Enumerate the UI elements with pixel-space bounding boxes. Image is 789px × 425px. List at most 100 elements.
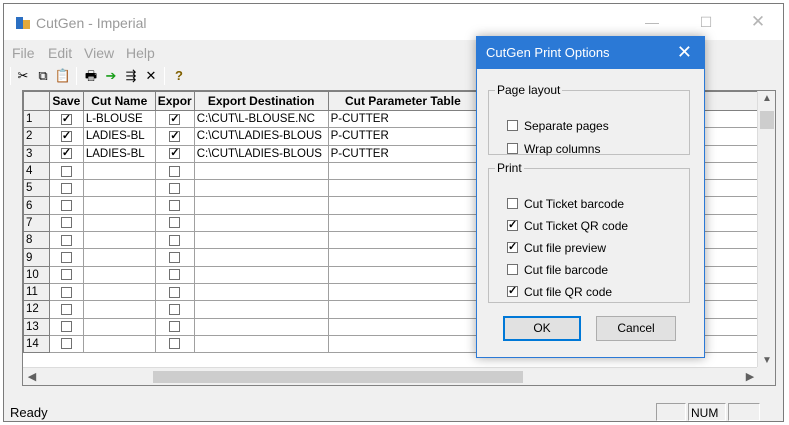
export-checkbox-cell[interactable]	[154, 213, 195, 233]
cut-name-cell[interactable]: L-BLOUSE	[82, 109, 156, 129]
export-checkbox[interactable]	[169, 200, 181, 212]
save-checkbox[interactable]	[60, 200, 72, 212]
export-checkbox[interactable]	[169, 165, 181, 177]
cut-parameter-table-cell[interactable]	[327, 334, 479, 354]
export-checkbox-cell[interactable]	[154, 317, 195, 336]
cut-parameter-table-cell[interactable]	[327, 317, 479, 336]
checkbox-box[interactable]	[507, 120, 518, 131]
export-checkbox[interactable]	[169, 303, 181, 315]
horizontal-scrollbar[interactable]: ◀ ▶	[23, 367, 759, 385]
export-destination-cell[interactable]	[193, 282, 329, 302]
save-checkbox[interactable]	[60, 112, 72, 125]
cut-parameter-table-cell[interactable]	[327, 231, 479, 250]
separate-pages-checkbox[interactable]: Separate pages	[507, 119, 609, 133]
export-checkbox-cell[interactable]	[154, 144, 195, 163]
checkbox-box[interactable]	[507, 264, 518, 275]
save-checkbox-cell[interactable]	[48, 300, 84, 319]
export-checkbox[interactable]	[169, 112, 181, 125]
ok-button[interactable]: OK	[503, 316, 581, 341]
export-checkbox[interactable]	[169, 146, 181, 160]
export-checkbox[interactable]	[169, 321, 181, 333]
cut-parameter-table-cell[interactable]: P-CUTTER	[327, 144, 479, 163]
cut-file-preview-checkbox[interactable]: Cut file preview	[507, 240, 606, 255]
delete-icon[interactable]: ✕	[142, 67, 160, 85]
col-header-cut-name[interactable]: Cut Name	[82, 91, 156, 111]
export-checkbox-cell[interactable]	[154, 300, 195, 319]
scroll-up-arrow-icon[interactable]: ▲	[758, 91, 775, 107]
save-checkbox[interactable]	[60, 286, 72, 298]
menu-edit[interactable]: Edit	[48, 45, 72, 61]
vertical-scrollbar[interactable]: ▲ ▼	[757, 91, 775, 369]
checkbox-box[interactable]	[507, 198, 518, 209]
maximize-button[interactable]: ☐	[696, 12, 716, 32]
cut-parameter-table-cell[interactable]	[327, 161, 479, 181]
save-checkbox-cell[interactable]	[48, 334, 84, 354]
export-checkbox[interactable]	[169, 269, 181, 281]
export-checkbox[interactable]	[169, 182, 181, 194]
checkbox-box[interactable]	[507, 218, 518, 231]
cut-ticket-qr-code-checkbox[interactable]: Cut Ticket QR code	[507, 218, 628, 233]
col-header-save[interactable]: Save	[48, 91, 84, 111]
cut-name-cell[interactable]: LADIES-BL	[82, 127, 156, 146]
save-checkbox[interactable]	[60, 234, 72, 246]
export-destination-cell[interactable]	[193, 213, 329, 233]
menu-help[interactable]: Help	[126, 45, 155, 61]
export-destination-cell[interactable]	[193, 196, 329, 215]
menu-view[interactable]: View	[84, 45, 114, 61]
export-destination-cell[interactable]	[193, 265, 329, 284]
save-checkbox[interactable]	[60, 165, 72, 177]
wrap-columns-checkbox[interactable]: Wrap columns	[507, 142, 600, 156]
save-checkbox-cell[interactable]	[48, 109, 84, 129]
export-checkbox[interactable]	[169, 338, 181, 350]
checkbox-box[interactable]	[507, 240, 518, 253]
export-destination-cell[interactable]: C:\CUT\LADIES-BLOUS	[193, 144, 329, 163]
export-destination-cell[interactable]	[193, 317, 329, 336]
save-checkbox-cell[interactable]	[48, 213, 84, 233]
save-checkbox[interactable]	[60, 303, 72, 315]
save-checkbox-cell[interactable]	[48, 317, 84, 336]
save-checkbox-cell[interactable]	[48, 231, 84, 250]
help-icon[interactable]: ?	[170, 67, 188, 85]
save-checkbox[interactable]	[60, 321, 72, 333]
cut-parameter-table-cell[interactable]	[327, 248, 479, 267]
export-checkbox[interactable]	[169, 286, 181, 298]
save-checkbox-cell[interactable]	[48, 127, 84, 146]
export-checkbox[interactable]	[169, 251, 181, 263]
export-checkbox[interactable]	[169, 234, 181, 246]
export-checkbox[interactable]	[169, 129, 181, 142]
save-checkbox-cell[interactable]	[48, 248, 84, 267]
export-destination-cell[interactable]	[193, 179, 329, 198]
export-checkbox-cell[interactable]	[154, 334, 195, 354]
save-checkbox[interactable]	[60, 129, 72, 142]
export-checkbox-cell[interactable]	[154, 282, 195, 302]
cut-parameter-table-cell[interactable]	[327, 265, 479, 284]
cut-parameter-table-cell[interactable]	[327, 213, 479, 233]
export-destination-cell[interactable]	[193, 248, 329, 267]
save-checkbox-cell[interactable]	[48, 196, 84, 215]
save-checkbox-cell[interactable]	[48, 161, 84, 181]
cut-name-cell[interactable]	[82, 300, 156, 319]
cut-name-cell[interactable]	[82, 231, 156, 250]
cut-file-qr-code-checkbox[interactable]: Cut file QR code	[507, 284, 612, 299]
cut-parameter-table-cell[interactable]	[327, 282, 479, 302]
export-checkbox-cell[interactable]	[154, 265, 195, 284]
cut-ticket-barcode-checkbox[interactable]: Cut Ticket barcode	[507, 197, 624, 211]
cut-parameter-table-cell[interactable]	[327, 300, 479, 319]
cut-name-cell[interactable]	[82, 282, 156, 302]
cut-name-cell[interactable]	[82, 265, 156, 284]
cut-name-cell[interactable]	[82, 317, 156, 336]
save-checkbox[interactable]	[60, 182, 72, 194]
save-checkbox-cell[interactable]	[48, 144, 84, 163]
vertical-scroll-thumb[interactable]	[760, 111, 774, 129]
export-checkbox-cell[interactable]	[154, 109, 195, 129]
checkbox-box[interactable]	[507, 284, 518, 297]
export-checkbox[interactable]	[169, 217, 181, 229]
dialog-close-icon[interactable]: ✕	[677, 42, 692, 63]
export-destination-cell[interactable]	[193, 300, 329, 319]
export-checkbox-cell[interactable]	[154, 231, 195, 250]
cut-file-barcode-checkbox[interactable]: Cut file barcode	[507, 263, 608, 277]
export-destination-cell[interactable]	[193, 231, 329, 250]
copy-icon[interactable]: ⧉	[34, 67, 52, 85]
cancel-button[interactable]: Cancel	[596, 316, 676, 341]
export-checkbox-cell[interactable]	[154, 196, 195, 215]
